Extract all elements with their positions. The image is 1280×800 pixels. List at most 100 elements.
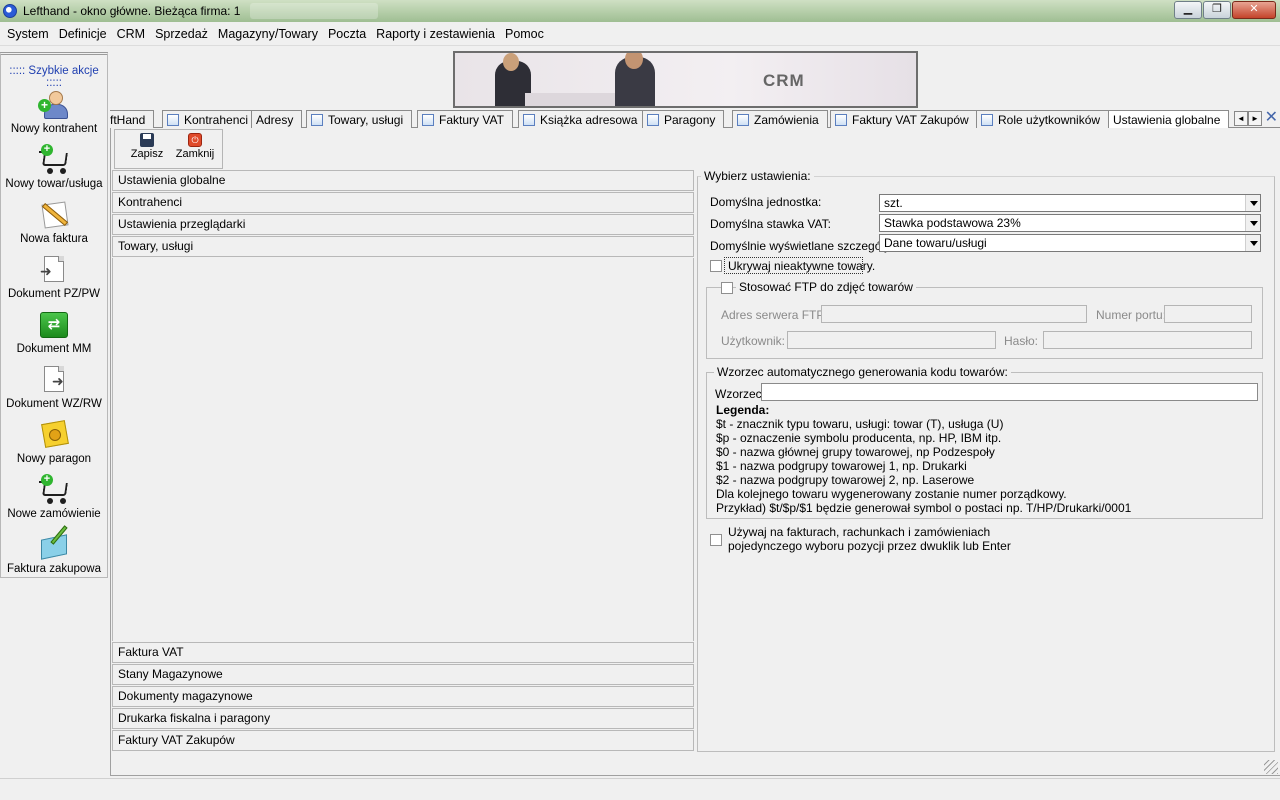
legend-line: $0 - nazwa głównej grupy towarowej, np P… [716, 445, 995, 459]
hide-inactive-label: Ukrywaj nieaktywne towary. [728, 259, 876, 273]
close-tab-icon[interactable]: ✕ [1265, 110, 1278, 126]
document-out-icon: ➜ [38, 364, 70, 396]
tab-label: Kontrahenci [184, 112, 249, 127]
tab-scroll-left-button[interactable]: ◄ [1234, 111, 1248, 126]
pattern-input[interactable] [761, 383, 1258, 401]
quick-action-new-product[interactable]: + Nowy towar/usługa [1, 144, 107, 191]
tab-kontrahenci[interactable]: Kontrahenci [162, 110, 258, 128]
title-bar: Lefthand - okno główne. Bieżąca firma: 1… [0, 0, 1280, 22]
ftp-port-input[interactable] [1164, 305, 1252, 323]
quick-action-new-receipt[interactable]: Nowy paragon [1, 419, 107, 465]
list-icon [981, 113, 993, 126]
tab-lefthand[interactable]: ftHand [110, 110, 155, 128]
quick-action-new-invoice[interactable]: Nowa faktura [1, 199, 107, 245]
document-icon [311, 113, 323, 126]
tab-label: Role użytkowników [998, 112, 1101, 127]
menu-sprzedaz[interactable]: Sprzedaż [150, 27, 213, 41]
legend-line: $1 - nazwa podgrupy towarowej 1, np. Dru… [716, 459, 967, 473]
crm-banner: CRM [453, 51, 918, 108]
quick-action-wz-rw[interactable]: ➜ Dokument WZ/RW [1, 364, 107, 410]
quick-action-label: Nowy towar/usługa [5, 178, 103, 190]
title-bar-tab-ghost [250, 3, 379, 19]
tab-label: Faktury VAT Zakupów [852, 112, 969, 127]
legend-line: Dla kolejnego towaru wygenerowany zostan… [716, 487, 1067, 501]
menu-system[interactable]: System [2, 27, 54, 41]
quick-action-label: Nowy kontrahent [10, 123, 98, 135]
chevron-down-icon [1245, 235, 1260, 251]
close-button[interactable]: ⏻ Zamknij [171, 130, 219, 168]
settings-category-global[interactable]: Ustawienia globalne [112, 170, 694, 191]
purchase-invoice-icon [38, 525, 70, 561]
quick-actions-title: ::::: Szybkie akcje ::::: [9, 65, 99, 89]
settings-category-products[interactable]: Towary, usługi [112, 236, 694, 257]
tab-label: Książka adresowa [540, 112, 638, 127]
default-details-value: Dane towaru/usługi [884, 236, 987, 250]
quick-action-mm[interactable]: ⇄ Dokument MM [1, 309, 107, 355]
settings-category-fiscal-printer[interactable]: Drukarka fiskalna i paragony [112, 708, 694, 729]
menu-crm[interactable]: CRM [112, 27, 150, 41]
close-window-button[interactable]: ✕ [1232, 1, 1276, 19]
settings-category-stock[interactable]: Stany Magazynowe [112, 664, 694, 685]
settings-category-browser[interactable]: Ustawienia przeglądarki [112, 214, 694, 235]
quick-action-new-contractor[interactable]: + Nowy kontrahent [1, 89, 107, 135]
resize-grip[interactable] [1264, 760, 1278, 774]
default-vat-select[interactable]: Stawka podstawowa 23% [879, 214, 1261, 232]
quick-action-label: Nowa faktura [20, 233, 88, 245]
quick-action-pz-pw[interactable]: ➜ Dokument PZ/PW [1, 254, 107, 300]
ftp-server-input[interactable] [821, 305, 1087, 323]
save-label: Zapisz [130, 148, 164, 160]
minimize-button[interactable]: ▁ [1174, 1, 1202, 19]
settings-category-warehouse-docs[interactable]: Dokumenty magazynowe [112, 686, 694, 707]
menu-raporty[interactable]: Raporty i zestawienia [371, 27, 500, 41]
tab-zamowienia[interactable]: Zamówienia [732, 110, 828, 128]
ftp-user-label: Użytkownik: [721, 334, 786, 348]
legend-heading: Legenda: [716, 403, 770, 417]
default-details-select[interactable]: Dane towaru/usługi [879, 234, 1261, 252]
restore-button[interactable]: ❐ [1203, 1, 1231, 19]
ftp-user-input[interactable] [787, 331, 996, 349]
quick-action-new-order[interactable]: + Nowe zamówienie [1, 474, 107, 521]
tab-towary-uslugi[interactable]: Towary, usługi [306, 110, 413, 128]
document-icon [647, 113, 659, 126]
tab-faktury-vat[interactable]: Faktury VAT [417, 110, 513, 128]
tab-scroll-buttons: ◄ ► [1234, 111, 1262, 126]
legend-line: $p - oznaczenie symbolu producenta, np. … [716, 431, 1002, 445]
menu-magazyny-towary[interactable]: Magazyny/Towary [213, 27, 323, 41]
tab-role-uzytkownikow[interactable]: Role użytkowników [976, 110, 1110, 128]
tab-adresy[interactable]: Adresy [251, 110, 303, 128]
document-in-icon: ➜ [38, 254, 70, 286]
pencil-document-icon [38, 199, 70, 231]
ftp-port-label: Numer portu: [1096, 308, 1167, 322]
ftp-password-input[interactable] [1043, 331, 1252, 349]
tab-label: Zamówienia [754, 112, 819, 127]
tab-ksiazka-adresowa[interactable]: Książka adresowa [518, 110, 647, 128]
hide-inactive-checkbox[interactable] [710, 260, 722, 272]
menu-poczta[interactable]: Poczta [323, 27, 371, 41]
transfer-arrows-icon: ⇄ [38, 309, 70, 341]
settings-category-contractors[interactable]: Kontrahenci [112, 192, 694, 213]
tab-faktury-vat-zakupow[interactable]: Faktury VAT Zakupów [830, 110, 978, 128]
ftp-title: Stosować FTP do zdjęć towarów [736, 280, 916, 294]
tab-ustawienia-globalne[interactable]: Ustawienia globalne [1108, 110, 1230, 129]
menu-pomoc[interactable]: Pomoc [500, 27, 549, 41]
settings-list-blank-area [112, 258, 694, 641]
tab-label: Towary, usługi [328, 112, 404, 127]
save-button[interactable]: Zapisz [123, 130, 171, 168]
legend-line: Przykład) $t/$p/$1 będzie generował symb… [716, 501, 1132, 515]
quick-action-purchase-invoice[interactable]: Faktura zakupowa [1, 525, 107, 575]
settings-category-purchase-invoices[interactable]: Faktury VAT Zakupów [112, 730, 694, 751]
tab-paragony[interactable]: Paragony [642, 110, 725, 128]
single-pick-checkbox[interactable] [710, 534, 722, 546]
tab-label: ftHand [110, 112, 146, 127]
quick-action-label: Dokument PZ/PW [7, 288, 101, 300]
default-unit-select[interactable]: szt. [879, 194, 1261, 212]
tab-label: Paragony [664, 112, 716, 127]
tab-scroll-right-button[interactable]: ► [1248, 111, 1262, 126]
document-icon [167, 113, 179, 126]
menu-definicje[interactable]: Definicje [54, 27, 112, 41]
toolbar: Zapisz ⏻ Zamknij [114, 129, 223, 169]
pattern-label: Wzorzec: [715, 387, 766, 401]
settings-category-vat-invoice[interactable]: Faktura VAT [112, 642, 694, 663]
quick-action-label: Dokument MM [16, 343, 92, 355]
ftp-checkbox[interactable] [721, 282, 733, 294]
